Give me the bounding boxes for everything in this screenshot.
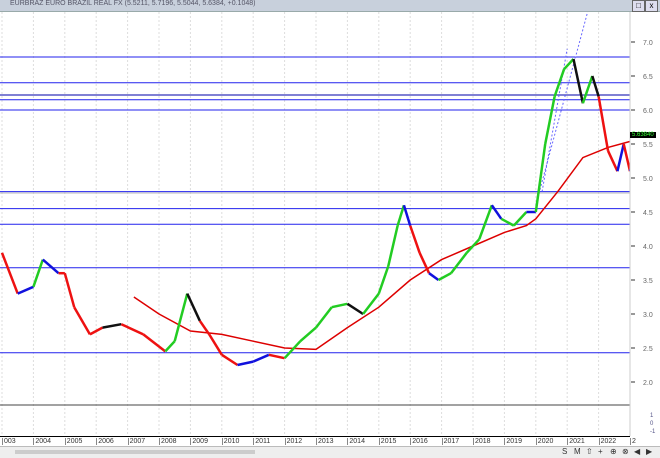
x-tick-label: 2018 bbox=[473, 438, 491, 445]
restore-button[interactable]: □ bbox=[632, 0, 645, 12]
y-tick-label: 2.0 bbox=[643, 380, 653, 387]
x-tick-label: 2021 bbox=[567, 438, 585, 445]
x-tick-label: 2008 bbox=[159, 438, 177, 445]
window-titlebar: EURBRAZ EURO BRAZIL REAL FX (5.5211, 5.7… bbox=[0, 0, 660, 12]
y-tick-label: 5.0 bbox=[643, 176, 653, 183]
y-tick-label: 2.5 bbox=[643, 346, 653, 353]
x-tick-label: 2017 bbox=[441, 438, 460, 445]
y-tick-label: 5.5 bbox=[643, 142, 653, 149]
x-tick-label: 2020 bbox=[535, 438, 554, 445]
x-tick-label: 2 bbox=[630, 438, 636, 445]
toolbar-button[interactable]: ◀ bbox=[634, 447, 640, 456]
y-tick-label: 6.0 bbox=[643, 108, 653, 115]
x-tick-label: 2005 bbox=[64, 438, 83, 445]
horizontal-scrollbar[interactable] bbox=[15, 450, 255, 454]
last-price-badge: 5.63840 bbox=[630, 132, 656, 138]
y-tick-label: 6.5 bbox=[643, 74, 653, 81]
toolbar-button[interactable]: S bbox=[562, 447, 567, 456]
x-tick-label: 2007 bbox=[127, 438, 146, 445]
x-tick-label: 003 bbox=[2, 438, 16, 445]
x-tick-label: 2015 bbox=[378, 438, 397, 445]
chart-title: EURBRAZ EURO BRAZIL REAL FX (5.5211, 5.7… bbox=[10, 0, 256, 7]
x-tick-label: 2016 bbox=[410, 438, 428, 445]
toolbar-button[interactable]: ⊕ bbox=[610, 447, 617, 456]
y-tick-label: 7.0 bbox=[643, 40, 653, 47]
toolbar-button[interactable]: ▶ bbox=[646, 447, 652, 456]
toolbar-button[interactable]: + bbox=[598, 447, 603, 456]
toolbar-button[interactable]: ⇧ bbox=[586, 447, 593, 456]
x-tick-label: 2013 bbox=[316, 438, 334, 445]
y-tick-label: 4.5 bbox=[643, 210, 653, 217]
toolbar-button[interactable]: ⊗ bbox=[622, 447, 629, 456]
x-tick-label: 2004 bbox=[33, 438, 51, 445]
y-tick-label: 3.0 bbox=[643, 312, 653, 319]
y-tick-label: 4.0 bbox=[643, 244, 653, 251]
price-chart[interactable]: 7.06.56.05.55.04.54.03.53.02.52.010-1 bbox=[0, 12, 660, 436]
bottom-toolbar: S M ⇧ + ⊕ ⊗ ◀ ▶ bbox=[0, 446, 660, 458]
close-button[interactable]: x bbox=[645, 0, 658, 12]
y-tick-label: 3.5 bbox=[643, 278, 653, 285]
x-tick-label: 2022 bbox=[598, 438, 617, 445]
x-tick-label: 2011 bbox=[253, 438, 271, 445]
x-tick-label: 2019 bbox=[504, 438, 522, 445]
x-tick-label: 2014 bbox=[347, 438, 365, 445]
sub-y-tick-label: -1 bbox=[650, 429, 656, 435]
x-tick-label: 2010 bbox=[221, 438, 240, 445]
x-tick-label: 2009 bbox=[190, 438, 208, 445]
x-tick-label: 2006 bbox=[96, 438, 114, 445]
toolbar-button[interactable]: M bbox=[574, 447, 581, 456]
x-tick-label: 2012 bbox=[284, 438, 303, 445]
